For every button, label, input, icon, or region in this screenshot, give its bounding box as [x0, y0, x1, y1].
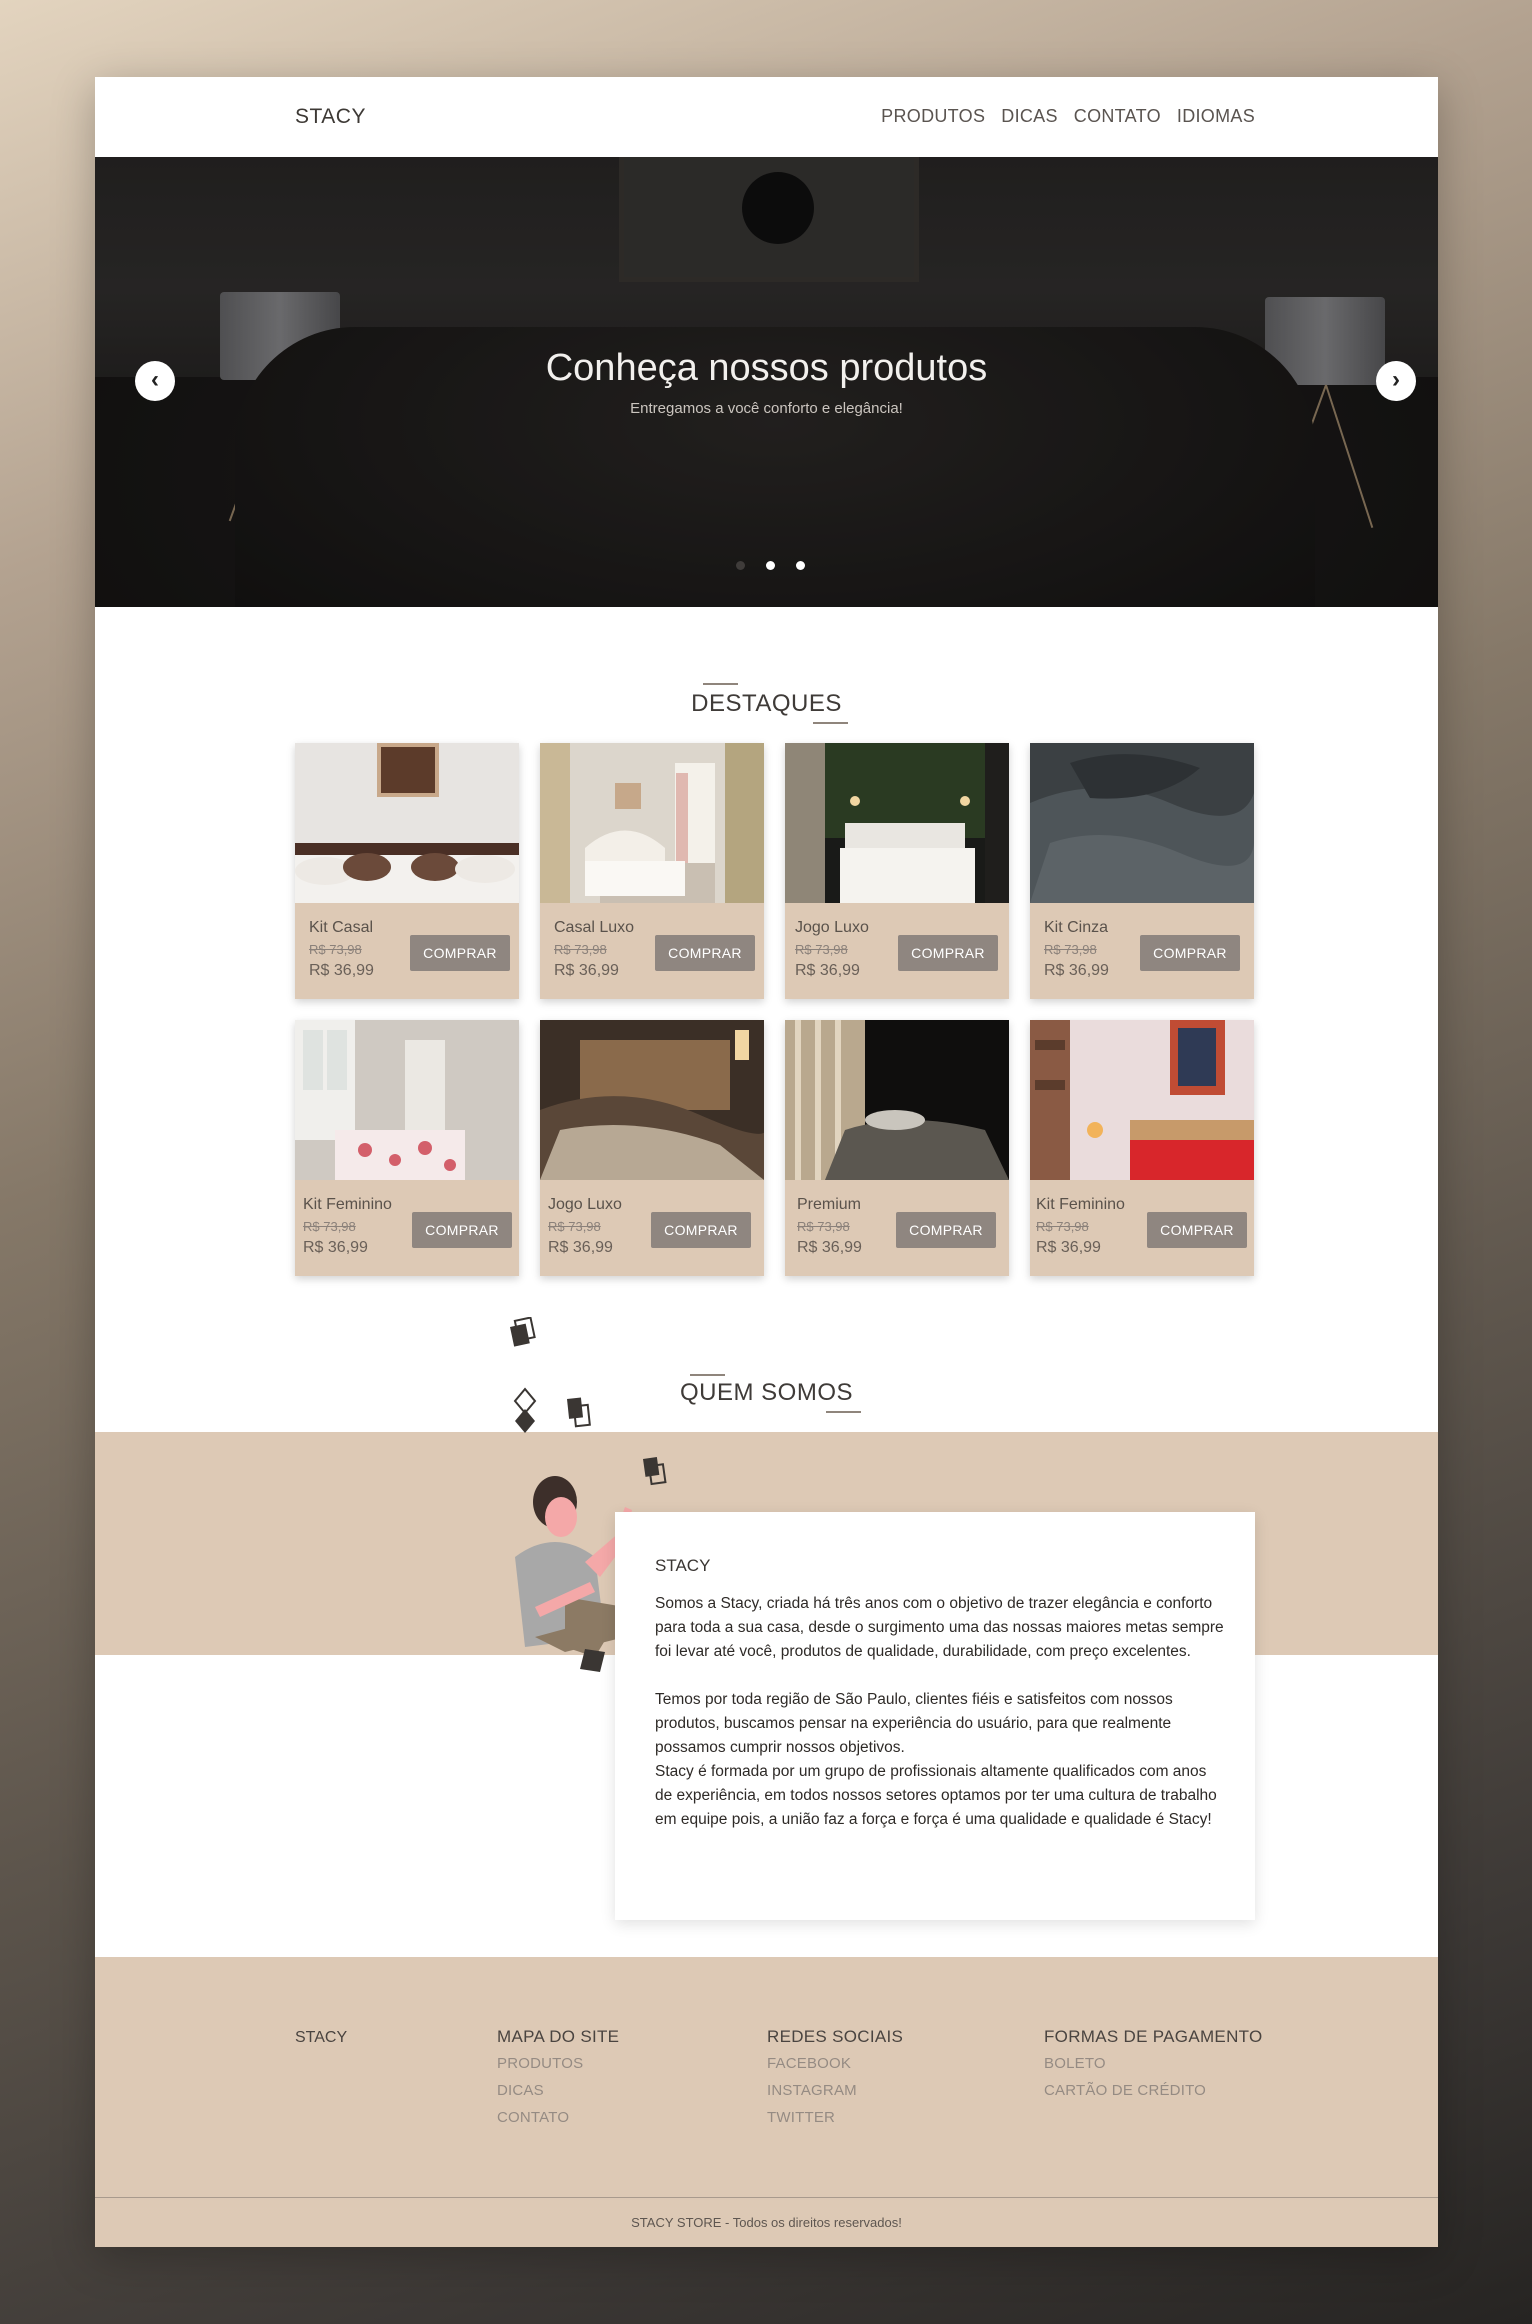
product-name: Kit Casal	[309, 919, 374, 936]
footer-brand-col: STACY	[295, 2029, 347, 2047]
hero-title: Conheça nossos produtos	[545, 347, 988, 389]
product-card[interactable]: Jogo Luxo R$ 73,98 R$ 36,99 COMPRAR	[785, 743, 1009, 999]
footer-social: REDES SOCIAIS FACEBOOK INSTAGRAM TWITTER	[767, 2027, 903, 2136]
product-image[interactable]	[785, 743, 1009, 903]
footer-link-contato[interactable]: CONTATO	[497, 2109, 619, 2126]
nav-dicas[interactable]: DICAS	[1001, 106, 1058, 127]
carousel-prev-button[interactable]: ‹	[135, 361, 175, 401]
footer-payment-title: FORMAS DE PAGAMENTO	[1044, 2027, 1263, 2046]
product-name: Casal Luxo	[554, 919, 635, 936]
buy-button[interactable]: COMPRAR	[410, 935, 510, 971]
title-decor-top	[703, 683, 738, 685]
product-name: Kit Feminino	[1036, 1196, 1125, 1213]
product-price: R$ 36,99	[548, 1239, 613, 1256]
buy-button[interactable]: COMPRAR	[898, 935, 998, 971]
about-card: STACY Somos a Stacy, criada há três anos…	[615, 1512, 1255, 1920]
footer-link-facebook[interactable]: FACEBOOK	[767, 2055, 903, 2072]
buy-button[interactable]: COMPRAR	[1140, 935, 1240, 971]
product-image[interactable]	[1030, 1020, 1254, 1180]
product-image[interactable]	[295, 1020, 519, 1180]
footer-link-produtos[interactable]: PRODUTOS	[497, 2055, 619, 2072]
product-grid: Kit Casal R$ 73,98 R$ 36,99 COMPRAR Casa…	[295, 743, 1254, 1276]
buy-button[interactable]: COMPRAR	[896, 1212, 996, 1248]
product-image[interactable]	[540, 743, 764, 903]
product-price: R$ 36,99	[309, 962, 374, 979]
product-card[interactable]: Kit Casal R$ 73,98 R$ 36,99 COMPRAR	[295, 743, 519, 999]
nav-contato[interactable]: CONTATO	[1074, 106, 1161, 127]
carousel-dot-1[interactable]	[736, 561, 745, 570]
title-decor-bottom	[813, 722, 848, 724]
product-image[interactable]	[295, 743, 519, 903]
product-old-price: R$ 73,98	[309, 942, 362, 957]
footer-link-twitter[interactable]: TWITTER	[767, 2109, 903, 2126]
footer-sitemap-title: MAPA DO SITE	[497, 2027, 620, 2046]
hero-subtitle: Entregamos a você conforto e elegância!	[630, 400, 903, 417]
footer-brand: STACY	[295, 2029, 348, 2046]
footer-payment: FORMAS DE PAGAMENTO BOLETO CARTÃO DE CRÉ…	[1044, 2027, 1263, 2109]
product-old-price: R$ 73,98	[548, 1219, 601, 1234]
hero-carousel: Conheça nossos produtos Entregamos a voc…	[95, 157, 1438, 607]
carousel-dot-3[interactable]	[796, 561, 805, 570]
product-old-price: R$ 73,98	[554, 942, 607, 957]
product-old-price: R$ 73,98	[303, 1219, 356, 1234]
product-name: Kit Feminino	[303, 1196, 392, 1213]
product-card[interactable]: Kit Cinza R$ 73,98 R$ 36,99 COMPRAR	[1030, 743, 1254, 999]
about-card-title: STACY	[655, 1556, 711, 1575]
logo[interactable]: STACY	[295, 105, 366, 129]
product-card[interactable]: Kit Feminino R$ 73,98 R$ 36,99 COMPRAR	[1030, 1020, 1254, 1276]
product-name: Kit Cinza	[1044, 919, 1109, 936]
about-title: QUEM SOMOS	[679, 1379, 853, 1406]
nav-idiomas[interactable]: IDIOMAS	[1177, 106, 1255, 127]
about-text: Somos a Stacy, criada há três anos com o…	[655, 1592, 1225, 1832]
buy-button[interactable]: COMPRAR	[1147, 1212, 1247, 1248]
page: STACY PRODUTOS DICAS CONTATO IDIOMAS Con…	[95, 77, 1438, 2247]
footer-social-title: REDES SOCIAIS	[767, 2027, 904, 2046]
footer-sitemap: MAPA DO SITE PRODUTOS DICAS CONTATO	[497, 2027, 619, 2136]
product-price: R$ 36,99	[1044, 962, 1109, 979]
product-old-price: R$ 73,98	[795, 942, 848, 957]
carousel-next-button[interactable]: ›	[1376, 361, 1416, 401]
buy-button[interactable]: COMPRAR	[651, 1212, 751, 1248]
product-old-price: R$ 73,98	[1044, 942, 1097, 957]
footer-link-dicas[interactable]: DICAS	[497, 2082, 619, 2099]
footer-link-cartao[interactable]: CARTÃO DE CRÉDITO	[1044, 2082, 1263, 2099]
about-paragraph-3: Stacy é formada por um grupo de profissi…	[655, 1763, 1217, 1828]
product-price: R$ 36,99	[797, 1239, 862, 1256]
buy-button[interactable]: COMPRAR	[655, 935, 755, 971]
product-name: Premium	[797, 1196, 862, 1213]
product-image[interactable]	[1030, 743, 1254, 903]
product-card[interactable]: Casal Luxo R$ 73,98 R$ 36,99 COMPRAR	[540, 743, 764, 999]
main-nav: PRODUTOS DICAS CONTATO IDIOMAS	[881, 106, 1255, 127]
product-card[interactable]: Kit Feminino R$ 73,98 R$ 36,99 COMPRAR	[295, 1020, 519, 1276]
product-price: R$ 36,99	[1036, 1239, 1101, 1256]
product-price: R$ 36,99	[303, 1239, 368, 1256]
product-price: R$ 36,99	[554, 962, 619, 979]
about-paragraph-1: Somos a Stacy, criada há três anos com o…	[655, 1595, 1224, 1660]
product-old-price: R$ 73,98	[1036, 1219, 1089, 1234]
featured-title: DESTAQUES	[691, 690, 842, 717]
site-header: STACY PRODUTOS DICAS CONTATO IDIOMAS	[95, 77, 1438, 157]
product-old-price: R$ 73,98	[797, 1219, 850, 1234]
site-footer: STACY MAPA DO SITE PRODUTOS DICAS CONTAT…	[95, 1957, 1438, 2247]
nav-produtos[interactable]: PRODUTOS	[881, 106, 985, 127]
product-card[interactable]: Jogo Luxo R$ 73,98 R$ 36,99 COMPRAR	[540, 1020, 764, 1276]
product-card[interactable]: Premium R$ 73,98 R$ 36,99 COMPRAR	[785, 1020, 1009, 1276]
footer-link-instagram[interactable]: INSTAGRAM	[767, 2082, 903, 2099]
product-name: Jogo Luxo	[548, 1196, 622, 1213]
product-image[interactable]	[540, 1020, 764, 1180]
carousel-dot-2[interactable]	[766, 561, 775, 570]
carousel-indicators	[736, 561, 805, 570]
product-price: R$ 36,99	[795, 962, 860, 979]
about-paragraph-2: Temos por toda região de São Paulo, clie…	[655, 1691, 1173, 1756]
footer-divider	[95, 2197, 1438, 2198]
product-image[interactable]	[785, 1020, 1009, 1180]
buy-button[interactable]: COMPRAR	[412, 1212, 512, 1248]
about-title-decor-bottom	[826, 1411, 861, 1413]
footer-link-boleto[interactable]: BOLETO	[1044, 2055, 1263, 2072]
product-name: Jogo Luxo	[795, 919, 869, 936]
copyright: STACY STORE - Todos os direitos reservad…	[631, 2215, 902, 2230]
